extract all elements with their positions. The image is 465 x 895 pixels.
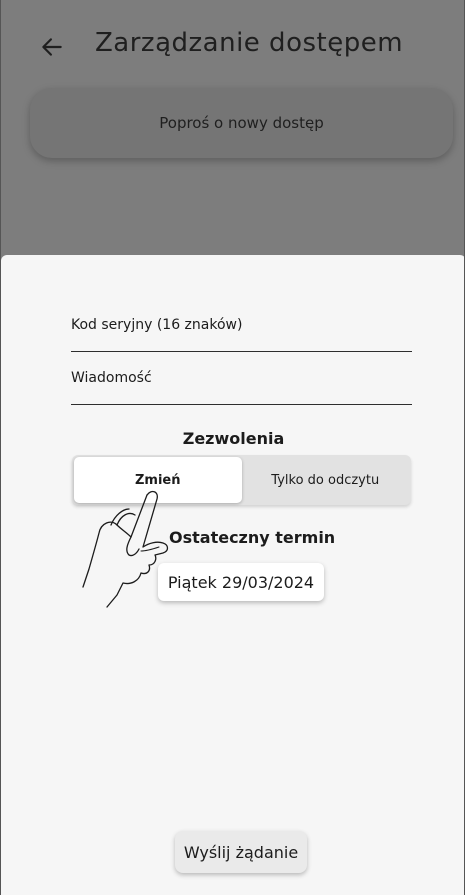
arrow-left-icon[interactable]: [39, 34, 65, 60]
deadline-date-button[interactable]: Piątek 29/03/2024: [158, 563, 324, 601]
serial-code-label: Kod seryjny (16 znaków): [71, 317, 243, 333]
serial-code-field[interactable]: Kod seryjny (16 znaków): [71, 273, 412, 352]
deadline-title: Ostateczny termin: [169, 528, 336, 547]
page-title: Zarządzanie dostępem: [95, 28, 404, 58]
permissions-title: Zezwolenia: [182, 429, 285, 448]
message-label: Wiadomość: [71, 370, 152, 386]
permission-option-change[interactable]: Zmień: [74, 457, 242, 503]
permission-option-read-only[interactable]: Tylko do odczytu: [242, 457, 410, 503]
request-new-access-button[interactable]: Poproś o nowy dostęp: [30, 88, 453, 158]
permissions-segmented-control: Zmień Tylko do odczytu: [72, 455, 411, 505]
bottom-sheet: Kod seryjny (16 znaków) Wiadomość Zezwol…: [1, 255, 464, 895]
send-request-button[interactable]: Wyślij żądanie: [175, 831, 307, 873]
message-field[interactable]: Wiadomość: [71, 359, 412, 405]
app-bar: Zarządzanie dostępem: [1, 0, 464, 90]
screen: Zarządzanie dostępem Poproś o nowy dostę…: [0, 0, 465, 895]
